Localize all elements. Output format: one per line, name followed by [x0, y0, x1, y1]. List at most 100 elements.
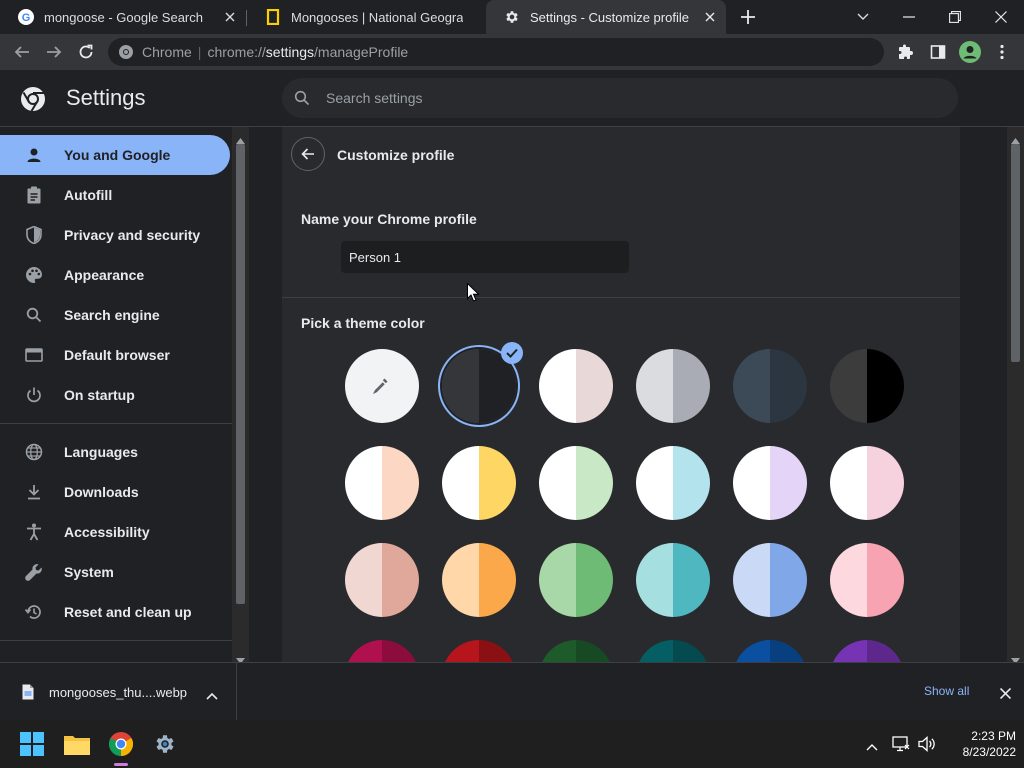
custom-color-picker-swatch[interactable] — [345, 349, 419, 423]
theme-color-swatch[interactable] — [442, 446, 516, 520]
back-button[interactable] — [291, 137, 325, 171]
tab-search-chevron-down-icon[interactable] — [852, 6, 874, 28]
theme-color-swatch[interactable] — [539, 640, 613, 662]
eyedropper-icon — [372, 376, 390, 399]
theme-color-swatch[interactable] — [636, 543, 710, 617]
sidebar-item-on-startup[interactable]: On startup — [0, 375, 230, 415]
sidebar-item-reset-and-clean-up[interactable]: Reset and clean up — [0, 592, 230, 632]
settings-title: Settings — [66, 85, 146, 110]
theme-color-swatch[interactable] — [539, 543, 613, 617]
profile-name-input[interactable] — [341, 241, 629, 273]
swatch-left-half — [539, 446, 576, 520]
scrollbar-thumb[interactable] — [236, 144, 245, 604]
sidebar-item-label: Reset and clean up — [64, 604, 192, 620]
theme-color-swatch[interactable] — [636, 446, 710, 520]
chrome-taskbar-icon[interactable] — [103, 726, 139, 762]
minimize-icon[interactable] — [898, 6, 920, 28]
swatch-right-half — [770, 640, 807, 662]
theme-color-swatch[interactable] — [442, 543, 516, 617]
show-all-downloads-link[interactable]: Show all — [924, 684, 969, 698]
theme-color-swatch[interactable] — [539, 349, 613, 423]
back-arrow-icon[interactable] — [10, 40, 34, 64]
restore-window-icon[interactable] — [944, 6, 966, 28]
sidebar-item-default-browser[interactable]: Default browser — [0, 335, 230, 375]
address-bar[interactable]: Chrome | chrome://settings/manageProfile — [108, 38, 884, 66]
theme-color-swatch[interactable] — [733, 446, 807, 520]
side-panel-icon[interactable] — [926, 40, 950, 64]
sidebar-item-downloads[interactable]: Downloads — [0, 472, 230, 512]
sidebar-item-languages[interactable]: Languages — [0, 432, 230, 472]
sidebar-item-label: Autofill — [64, 187, 113, 203]
volume-speaker-icon[interactable] — [918, 736, 936, 757]
search-settings-field[interactable]: Search settings — [282, 78, 958, 118]
theme-color-label: Pick a theme color — [301, 315, 425, 331]
file-explorer-icon[interactable] — [59, 726, 95, 762]
theme-color-swatch[interactable] — [830, 349, 904, 423]
swatch-left-half — [636, 640, 673, 662]
swatch-left-half — [539, 349, 576, 423]
extensions-puzzle-icon[interactable] — [894, 40, 918, 64]
close-tab-icon[interactable] — [702, 9, 718, 25]
forward-arrow-icon[interactable] — [42, 40, 66, 64]
sidebar-item-label: Search engine — [64, 307, 160, 323]
tab-natgeo[interactable]: Mongooses | National Geographic — [247, 0, 484, 34]
show-hidden-icons-chevron-icon[interactable] — [866, 738, 878, 756]
main-scrollbar[interactable] — [1007, 127, 1024, 664]
swatch-right-half — [576, 446, 613, 520]
sidebar-item-search-engine[interactable]: Search engine — [0, 295, 230, 335]
swatch-right-half — [673, 349, 710, 423]
chevron-up-icon[interactable] — [206, 687, 218, 705]
theme-color-swatch[interactable] — [830, 446, 904, 520]
url-path: /manageProfile — [314, 44, 409, 60]
tab-settings[interactable]: Settings - Customize profile — [486, 0, 726, 34]
theme-color-swatch[interactable] — [733, 349, 807, 423]
swatch-right-half — [479, 543, 516, 617]
swatch-right-half — [673, 543, 710, 617]
new-tab-plus-icon[interactable] — [738, 7, 758, 27]
clipboard-icon — [24, 185, 44, 205]
tab-google-search[interactable]: G mongoose - Google Search — [0, 0, 246, 34]
profile-avatar-icon[interactable] — [958, 40, 982, 64]
theme-color-swatch[interactable] — [345, 640, 419, 662]
sidebar-item-label: Default browser — [64, 347, 170, 363]
theme-color-swatch[interactable] — [345, 446, 419, 520]
close-download-shelf-icon[interactable] — [999, 686, 1012, 704]
theme-color-swatch[interactable] — [636, 640, 710, 662]
sidebar-item-privacy-and-security[interactable]: Privacy and security — [0, 215, 230, 255]
sidebar-item-accessibility[interactable]: Accessibility — [0, 512, 230, 552]
theme-color-swatch[interactable] — [442, 640, 516, 662]
system-clock[interactable]: 2:23 PM 8/23/2022 — [938, 728, 1016, 760]
sidebar-item-label: Languages — [64, 444, 138, 460]
sidebar-item-appearance[interactable]: Appearance — [0, 255, 230, 295]
settings-app-gear-icon[interactable] — [147, 726, 183, 762]
theme-color-swatch[interactable] — [733, 640, 807, 662]
theme-color-swatch[interactable] — [636, 349, 710, 423]
google-icon: G — [18, 9, 34, 25]
reload-icon[interactable] — [74, 40, 98, 64]
swatch-left-half — [345, 543, 382, 617]
theme-color-swatch[interactable] — [830, 543, 904, 617]
download-item[interactable]: mongooses_thu....webp — [0, 663, 237, 720]
theme-color-swatch[interactable] — [345, 543, 419, 617]
more-menu-icon[interactable] — [990, 40, 1014, 64]
swatch-right-half — [576, 543, 613, 617]
theme-color-swatch[interactable] — [733, 543, 807, 617]
search-icon — [24, 305, 44, 325]
swatch-left-half — [636, 349, 673, 423]
tab-strip: G mongoose - Google Search Mongooses | N… — [0, 0, 1024, 34]
sidebar-scrollbar[interactable] — [232, 127, 249, 664]
theme-color-swatch[interactable] — [830, 640, 904, 662]
sidebar-item-you-and-google[interactable]: You and Google — [0, 135, 230, 175]
sidebar-item-system[interactable]: System — [0, 552, 230, 592]
network-monitor-icon[interactable] — [892, 736, 910, 757]
swatch-left-half — [442, 640, 479, 662]
windows-start-icon[interactable] — [14, 726, 50, 762]
chrome-site-icon — [118, 44, 134, 65]
sidebar-item-autofill[interactable]: Autofill — [0, 175, 230, 215]
scrollbar-thumb[interactable] — [1011, 144, 1020, 362]
swatch-right-half — [479, 640, 516, 662]
sidebar-item-label: System — [64, 564, 114, 580]
theme-color-swatch[interactable] — [539, 446, 613, 520]
close-window-icon[interactable] — [990, 6, 1012, 28]
close-tab-icon[interactable] — [222, 9, 238, 25]
